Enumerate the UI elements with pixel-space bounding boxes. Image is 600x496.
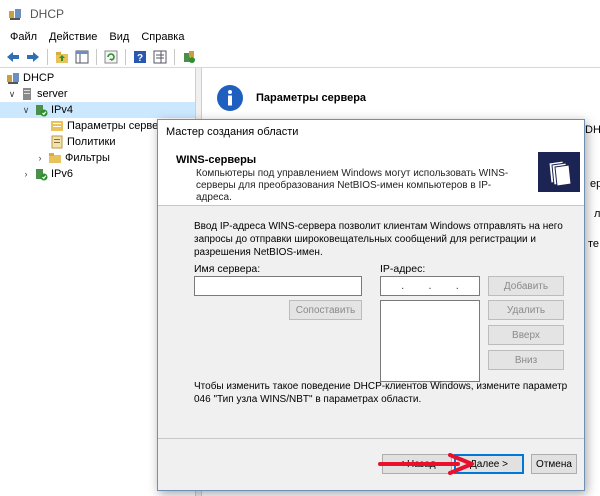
wizard-step-title: WINS-серверы xyxy=(176,154,257,166)
ip-dot: . xyxy=(455,280,459,292)
ipv6-icon xyxy=(36,169,48,181)
tree-label: Фильтры xyxy=(65,152,110,164)
ipv4-icon xyxy=(36,105,48,117)
remove-button[interactable]: Удалить xyxy=(488,300,564,320)
window-title: DHCP xyxy=(30,7,65,21)
toolbar-separator xyxy=(174,48,175,65)
filters-folder-icon xyxy=(49,153,61,163)
dhcp-icon xyxy=(7,73,19,84)
tree-item-server[interactable]: ∨ server xyxy=(0,86,195,102)
add-button[interactable]: Добавить xyxy=(488,276,564,296)
refresh-icon[interactable] xyxy=(102,48,120,66)
ip-address-label: IP-адрес: xyxy=(380,263,426,275)
back-arrow-icon[interactable] xyxy=(4,48,22,66)
detail-heading: Параметры сервера xyxy=(256,92,367,104)
detail-text-fragment: ера xyxy=(590,178,600,190)
window-titlebar: DHCP xyxy=(0,0,600,28)
tree-item-dhcp[interactable]: DHCP xyxy=(0,70,195,86)
new-scope-wizard-dialog: Мастер создания области WINS-серверы Ком… xyxy=(157,119,585,491)
toolbar-separator xyxy=(125,48,126,65)
detail-text-fragment: ль xyxy=(594,208,600,220)
chevron-right-icon[interactable]: › xyxy=(34,152,46,164)
wizard-header: WINS-серверы Компьютеры под управлением … xyxy=(158,144,584,206)
footer-divider xyxy=(158,438,584,439)
tree-item-ipv4[interactable]: ∨ IPv4 xyxy=(0,102,195,118)
options-icon xyxy=(51,121,63,131)
tree-label: server xyxy=(37,88,68,100)
dialog-title: Мастер создания области xyxy=(158,120,584,144)
toolbar-separator xyxy=(96,48,97,65)
tree-label: IPv6 xyxy=(51,168,74,180)
next-button[interactable]: Далее > xyxy=(454,454,524,474)
wizard-intro-text: Ввод IP-адреса WINS-сервера позволит кли… xyxy=(194,221,563,258)
server-action-icon[interactable] xyxy=(180,48,198,66)
menu-file[interactable]: Файл xyxy=(4,31,43,43)
server-name-label: Имя сервера: xyxy=(194,263,261,275)
back-button[interactable]: < Назад xyxy=(382,454,452,474)
ip-address-input[interactable]: . . . xyxy=(380,276,480,296)
toolbar: ? xyxy=(0,46,600,68)
move-up-button[interactable]: Вверх xyxy=(488,325,564,345)
menu-help[interactable]: Справка xyxy=(135,31,190,43)
menu-view[interactable]: Вид xyxy=(103,31,135,43)
properties-pane-icon[interactable] xyxy=(151,48,169,66)
chevron-down-icon[interactable]: ∨ xyxy=(20,104,32,116)
ip-dot: . xyxy=(401,280,405,292)
server-icon xyxy=(23,88,31,100)
svg-text:?: ? xyxy=(137,53,143,64)
move-down-button[interactable]: Вниз xyxy=(488,350,564,370)
ip-dot: . xyxy=(428,280,432,292)
tree-label: IPv4 xyxy=(51,104,74,116)
detail-text-fragment: те. xyxy=(588,238,600,250)
forward-arrow-icon[interactable] xyxy=(24,48,42,66)
wizard-step-description: Компьютеры под управлением Windows могут… xyxy=(196,168,509,203)
help-icon[interactable]: ? xyxy=(131,48,149,66)
policies-icon xyxy=(51,135,63,149)
tree-label: DHCP xyxy=(23,72,55,84)
resolve-button[interactable]: Сопоставить xyxy=(289,300,362,320)
wizard-folders-icon xyxy=(538,152,580,192)
toolbar-separator xyxy=(47,48,48,65)
chevron-down-icon[interactable]: ∨ xyxy=(6,88,18,100)
show-hide-tree-icon[interactable] xyxy=(73,48,91,66)
tree-label: Политики xyxy=(67,136,116,148)
tree-label: Параметры сервера xyxy=(67,120,171,132)
wizard-footnote: Чтобы изменить такое поведение DHCP-клие… xyxy=(194,381,568,405)
chevron-right-icon[interactable]: › xyxy=(20,168,32,180)
wins-server-list[interactable] xyxy=(380,300,480,382)
up-folder-icon[interactable] xyxy=(53,48,71,66)
info-icon xyxy=(217,85,243,111)
dhcp-app-icon xyxy=(9,9,21,20)
detail-text-fragment: DHC xyxy=(585,124,600,136)
server-name-input[interactable] xyxy=(194,276,362,296)
menu-action[interactable]: Действие xyxy=(43,31,103,43)
menu-bar: Файл Действие Вид Справка xyxy=(0,28,600,46)
cancel-button[interactable]: Отмена xyxy=(531,454,577,474)
